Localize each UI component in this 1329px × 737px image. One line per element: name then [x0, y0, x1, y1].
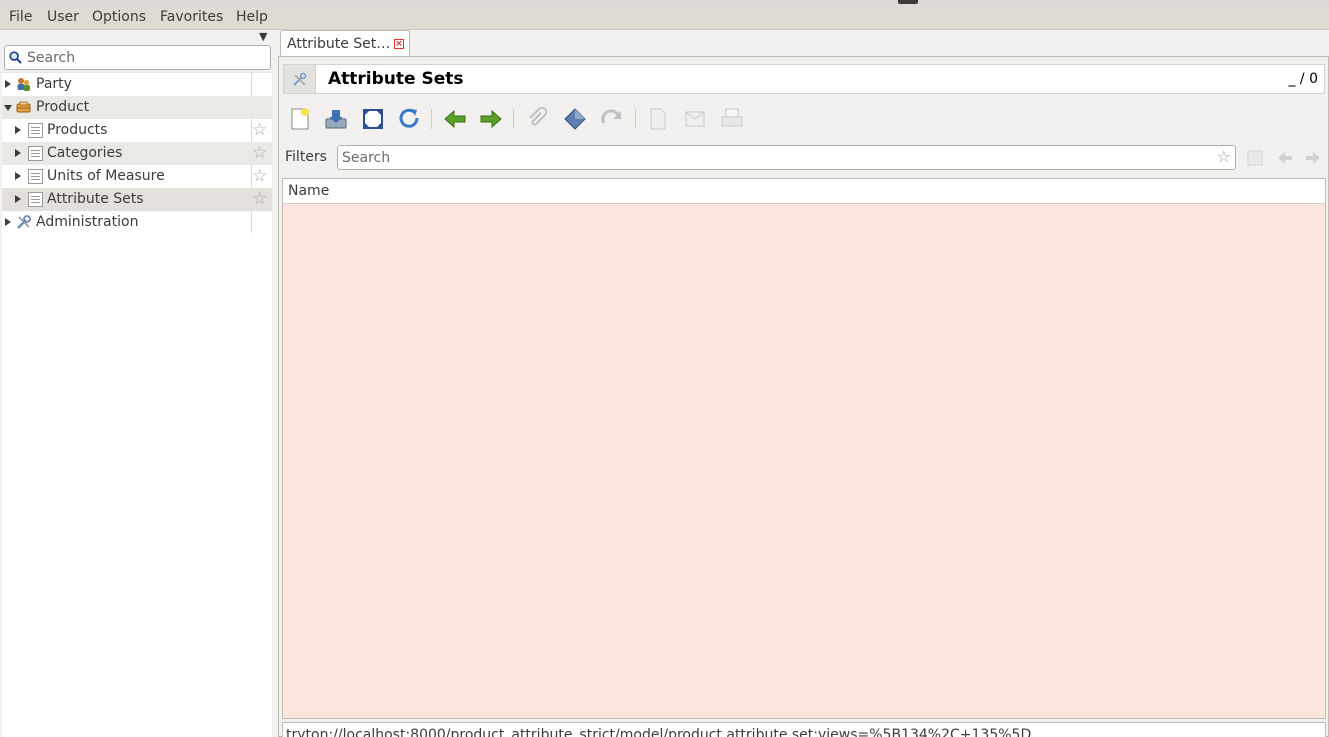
record-list[interactable]: Name — [282, 178, 1326, 719]
view-title-bar: Attribute Sets _ / 0 — [283, 64, 1325, 94]
save-icon[interactable] — [324, 107, 348, 131]
favorite-star-icon[interactable]: ☆ — [252, 120, 267, 140]
save-filter-icon[interactable] — [1245, 148, 1265, 168]
tab-panel: Attribute Sets _ / 0 Filters Search ☆ Na… — [278, 56, 1329, 737]
report-icon[interactable] — [646, 107, 670, 131]
switch-view-icon[interactable] — [361, 107, 385, 131]
reload-icon[interactable] — [397, 107, 421, 131]
tab-label: Attribute Set… — [287, 36, 391, 52]
tree-item-units-of-measure[interactable]: Units of Measure ☆ — [2, 165, 272, 188]
filter-search-input[interactable] — [342, 148, 1202, 168]
menu-user[interactable]: User — [47, 9, 79, 25]
status-url: tryton://localhost:8000/product_attribut… — [286, 727, 1032, 737]
favorite-star-icon[interactable]: ☆ — [252, 166, 267, 186]
sidebar: ▼ Party Product — [0, 30, 274, 737]
tree-item-party[interactable]: Party — [2, 73, 272, 96]
menu-options[interactable]: Options — [92, 9, 146, 25]
relate-icon[interactable] — [600, 107, 624, 131]
menu-file[interactable]: File — [9, 9, 32, 25]
admin-icon — [284, 65, 316, 93]
next-page-icon[interactable] — [1303, 148, 1323, 168]
main-area: Attribute Set… × Attribute Sets _ / 0 Fi… — [278, 30, 1329, 737]
tree-item-categories[interactable]: Categories ☆ — [2, 142, 272, 165]
tree-item-label: Administration — [36, 214, 139, 230]
tab-attribute-sets[interactable]: Attribute Set… × — [280, 30, 410, 57]
favorite-star-icon[interactable]: ☆ — [252, 189, 267, 209]
list-icon — [28, 146, 43, 161]
expander-collapsed-icon[interactable] — [15, 149, 21, 157]
search-icon — [9, 51, 22, 64]
party-icon — [17, 78, 30, 91]
expander-collapsed-icon[interactable] — [5, 218, 11, 226]
list-header: Name — [283, 179, 1325, 204]
email-icon[interactable] — [683, 107, 707, 131]
record-count: _ / 0 — [1288, 71, 1318, 87]
tree-item-label: Products — [47, 122, 108, 138]
filter-search-field[interactable]: ☆ — [337, 145, 1236, 170]
expander-collapsed-icon[interactable] — [15, 126, 21, 134]
favorite-star-icon[interactable]: ☆ — [252, 143, 267, 163]
tree-item-label: Product — [36, 99, 90, 115]
next-icon[interactable] — [479, 107, 503, 131]
print-icon[interactable] — [720, 107, 744, 131]
expander-expanded-icon[interactable] — [4, 105, 12, 111]
close-tab-icon[interactable]: × — [394, 39, 404, 49]
new-icon[interactable] — [288, 107, 312, 131]
menu-favorites[interactable]: Favorites — [160, 9, 223, 25]
search-input[interactable] — [27, 48, 267, 68]
attachment-icon[interactable] — [526, 107, 550, 131]
menu-help[interactable]: Help — [236, 9, 268, 25]
view-title: Attribute Sets — [328, 69, 464, 89]
tree-item-label: Attribute Sets — [47, 191, 144, 207]
tree-item-label: Categories — [47, 145, 123, 161]
list-icon — [28, 169, 43, 184]
tree-item-label: Party — [36, 76, 72, 92]
filters-label: Filters — [285, 149, 327, 165]
filters-bar: Filters ☆ — [283, 145, 1325, 171]
tree-item-administration[interactable]: Administration — [2, 211, 272, 234]
expander-collapsed-icon[interactable] — [15, 195, 21, 203]
tree-item-label: Units of Measure — [47, 168, 165, 184]
menu-tree: Party Product Products ☆ Categories ☆ Un… — [2, 72, 272, 737]
sidebar-menu-arrow-icon[interactable]: ▼ — [259, 30, 267, 43]
status-bar: tryton://localhost:8000/product_attribut… — [282, 722, 1326, 737]
admin-icon — [17, 215, 31, 229]
expander-collapsed-icon[interactable] — [5, 80, 11, 88]
action-icon[interactable] — [563, 107, 587, 131]
toolbar — [283, 103, 1325, 137]
product-icon — [16, 101, 31, 113]
expander-collapsed-icon[interactable] — [15, 172, 21, 180]
bookmark-star-icon[interactable]: ☆ — [1217, 147, 1231, 166]
previous-page-icon[interactable] — [1275, 148, 1295, 168]
tree-item-products[interactable]: Products ☆ — [2, 119, 272, 142]
sidebar-search-field[interactable] — [4, 45, 271, 70]
list-icon — [28, 192, 43, 207]
menu-bar: File User Options Favorites Help — [0, 5, 1329, 30]
list-icon — [28, 123, 43, 138]
tree-item-product[interactable]: Product — [2, 96, 272, 119]
previous-icon[interactable] — [443, 107, 467, 131]
column-header-name[interactable]: Name — [288, 183, 329, 199]
tree-item-attribute-sets[interactable]: Attribute Sets ☆ — [2, 188, 272, 211]
